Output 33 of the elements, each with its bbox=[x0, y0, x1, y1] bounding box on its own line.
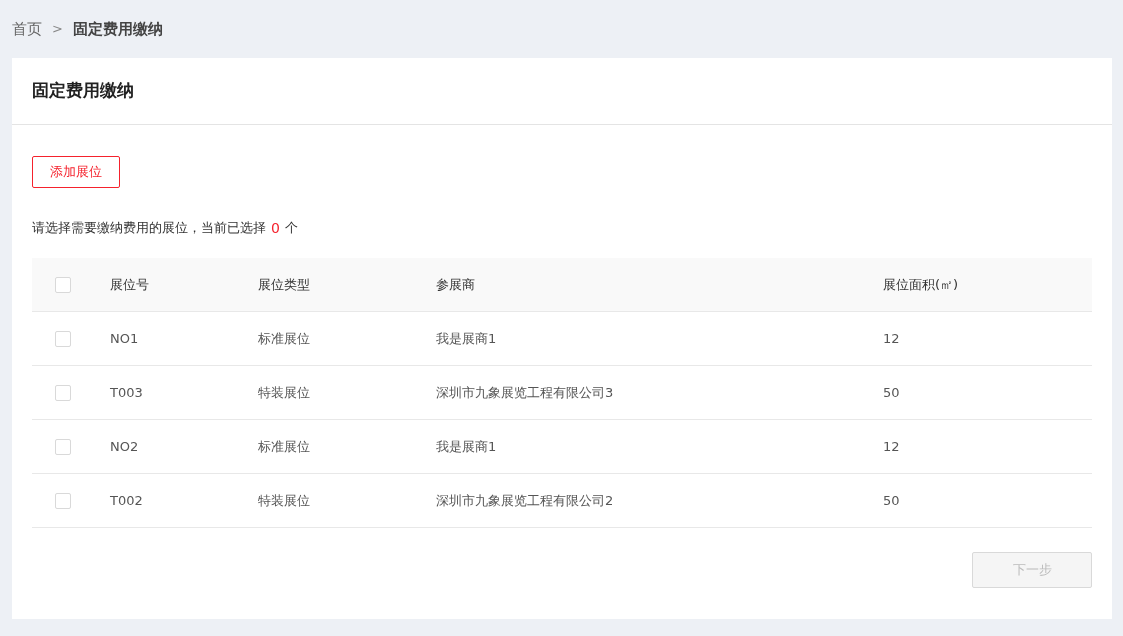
table-cell: 50 bbox=[883, 492, 900, 508]
selection-unit: 个 bbox=[284, 219, 298, 238]
column-header: 参展商 bbox=[436, 276, 475, 292]
table-cell: 标准展位 bbox=[258, 438, 310, 454]
table-cell: NO2 bbox=[110, 438, 139, 454]
table-cell: 50 bbox=[883, 384, 900, 400]
column-header: 展位面积(㎡) bbox=[883, 276, 959, 292]
add-booth-button[interactable]: 添加展位 bbox=[32, 156, 120, 188]
checkbox[interactable] bbox=[55, 330, 71, 347]
table-cell: T002 bbox=[110, 492, 143, 508]
breadcrumb-separator: > bbox=[52, 20, 63, 39]
column-header: 展位类型 bbox=[258, 276, 310, 292]
table-cell: 标准展位 bbox=[258, 330, 310, 346]
card-title: 固定费用缴纳 bbox=[32, 79, 134, 103]
table-cell: 特装展位 bbox=[258, 492, 310, 508]
table-cell: 深圳市九象展览工程有限公司2 bbox=[436, 492, 614, 508]
checkbox[interactable] bbox=[55, 384, 71, 401]
table-cell: 深圳市九象展览工程有限公司3 bbox=[436, 384, 614, 400]
table-cell: 我是展商1 bbox=[436, 330, 497, 346]
checkbox[interactable] bbox=[55, 276, 71, 293]
table-cell: 12 bbox=[883, 330, 900, 346]
table-cell: NO1 bbox=[110, 330, 139, 346]
table-cell: 特装展位 bbox=[258, 384, 310, 400]
breadcrumb-current: 固定费用缴纳 bbox=[72, 18, 163, 40]
table-cell: T003 bbox=[110, 384, 143, 400]
column-header: 展位号 bbox=[110, 276, 149, 292]
selection-hint: 请选择需要缴纳费用的展位，当前已选择 bbox=[32, 219, 266, 238]
breadcrumb-link[interactable]: 首页 bbox=[12, 17, 42, 41]
checkbox[interactable] bbox=[55, 438, 71, 455]
table-cell: 我是展商1 bbox=[436, 438, 497, 454]
table-cell: 12 bbox=[883, 438, 900, 454]
checkbox[interactable] bbox=[55, 492, 71, 509]
selected-count: 0 bbox=[271, 218, 280, 238]
